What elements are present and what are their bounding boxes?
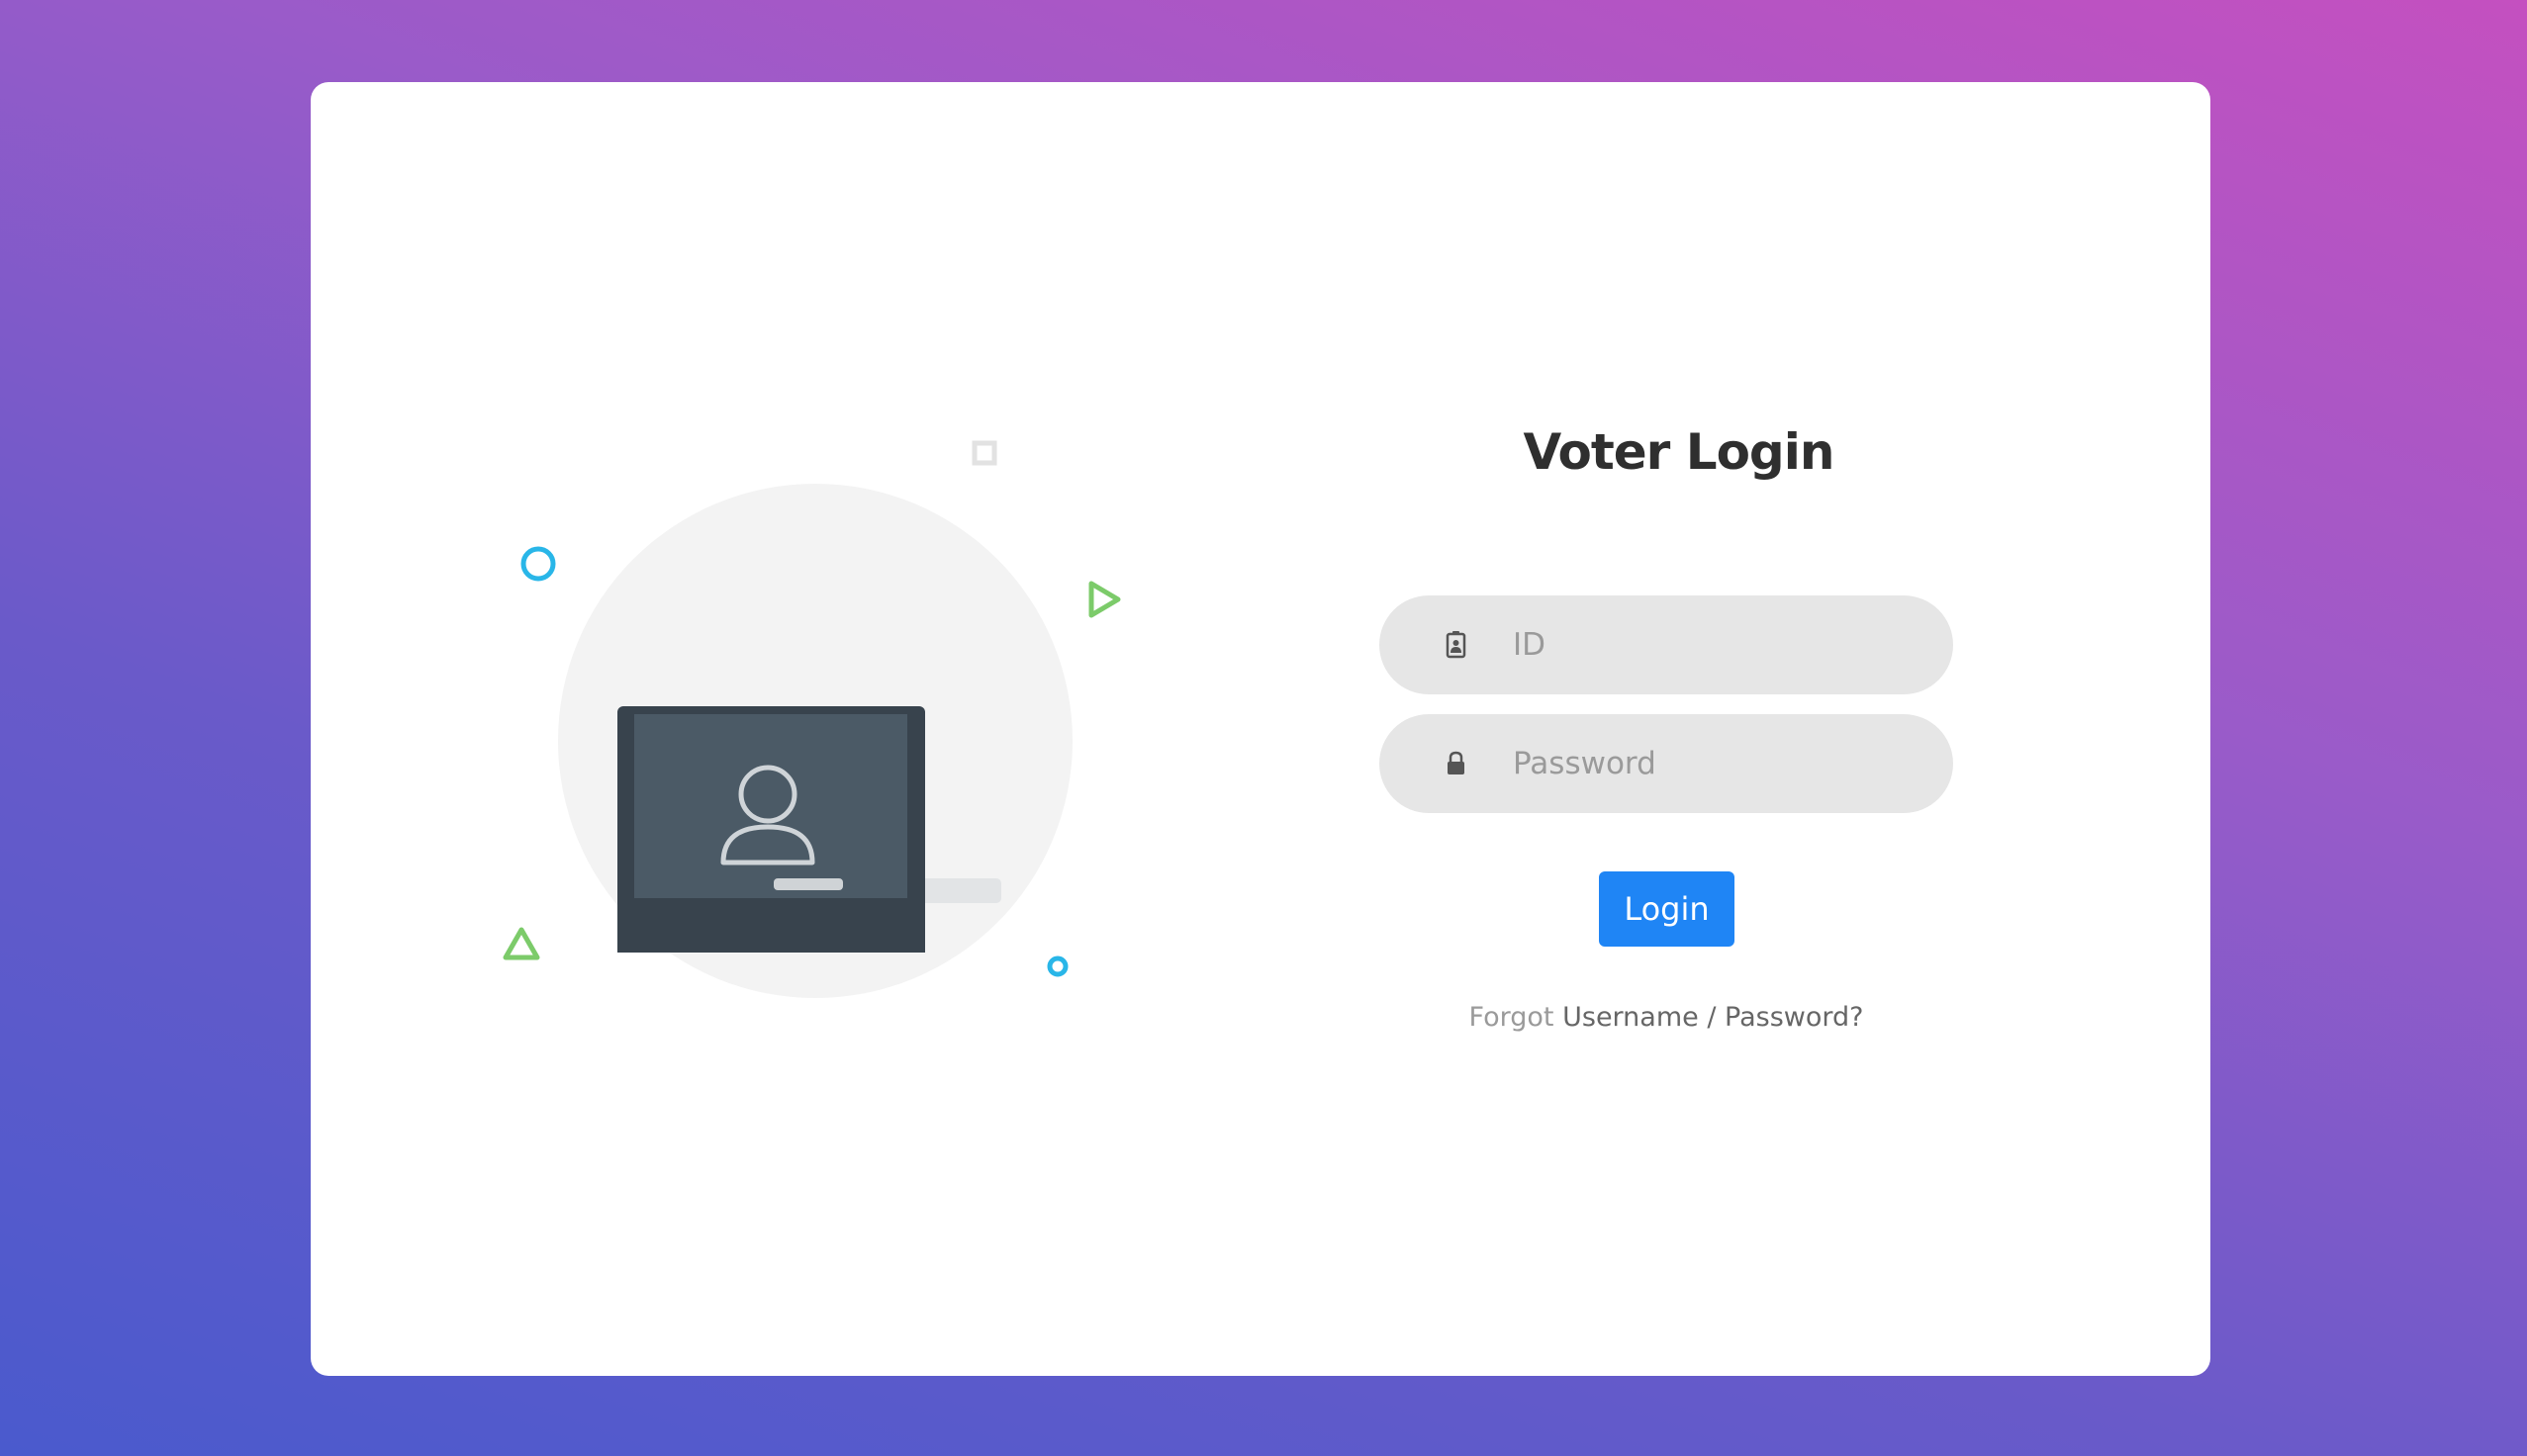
laptop-user-icon	[617, 706, 1001, 953]
forgot-credentials-link[interactable]: Username / Password?	[1562, 1002, 1863, 1033]
login-button[interactable]: Login	[1599, 871, 1734, 947]
id-field[interactable]	[1379, 595, 1953, 694]
id-badge-icon	[1446, 631, 1466, 659]
forgot-credentials: Forgot Username / Password?	[1379, 1002, 1953, 1033]
forgot-prefix: Forgot	[1468, 1002, 1554, 1033]
square-decoration-icon	[972, 440, 997, 466]
password-input[interactable]	[1513, 714, 1909, 813]
login-card: Voter Login Login Forgot Username / Pass…	[311, 82, 2210, 1376]
login-form: Voter Login Login Forgot Username / Pass…	[1379, 82, 2111, 1376]
small-circle-decoration-icon	[1047, 956, 1069, 977]
play-triangle-decoration-icon	[1088, 581, 1121, 618]
circle-decoration-icon	[520, 546, 556, 582]
lock-icon	[1448, 751, 1464, 774]
triangle-decoration-icon	[503, 927, 540, 960]
password-field[interactable]	[1379, 714, 1953, 813]
id-input[interactable]	[1513, 595, 1909, 694]
page-title: Voter Login	[1523, 423, 1835, 481]
login-illustration	[311, 82, 1300, 1376]
